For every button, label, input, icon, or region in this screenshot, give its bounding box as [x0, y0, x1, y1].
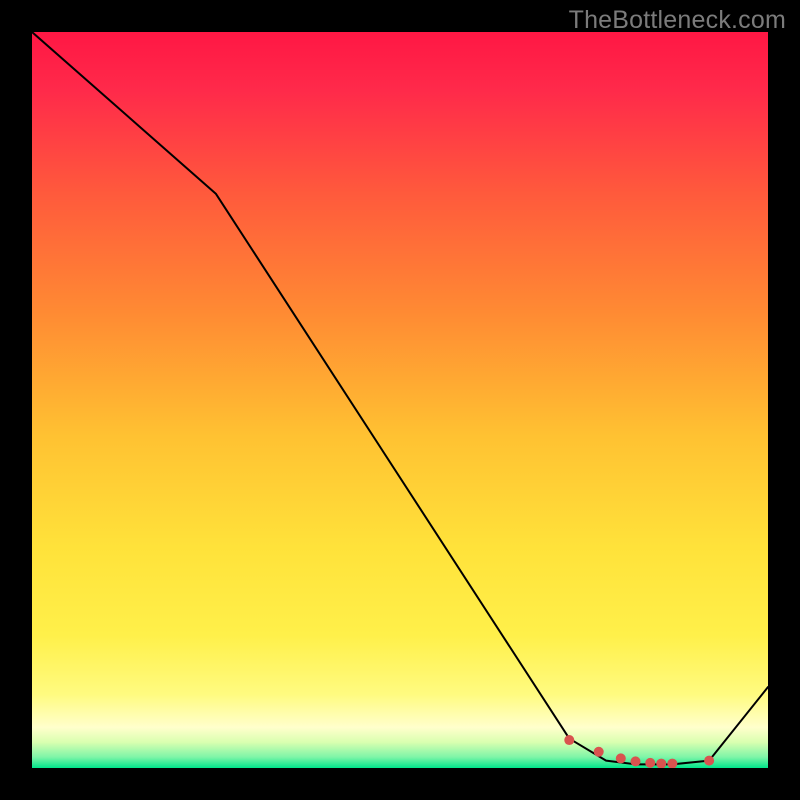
marker-dot	[564, 735, 574, 745]
marker-dot	[645, 758, 655, 768]
watermark-text: TheBottleneck.com	[569, 6, 786, 35]
plot-area	[32, 32, 768, 768]
marker-dot	[631, 756, 641, 766]
marker-dot	[704, 756, 714, 766]
marker-dot	[594, 747, 604, 757]
chart-frame: TheBottleneck.com	[0, 0, 800, 800]
chart-svg	[32, 32, 768, 768]
marker-dot	[616, 753, 626, 763]
gradient-backdrop	[32, 32, 768, 768]
